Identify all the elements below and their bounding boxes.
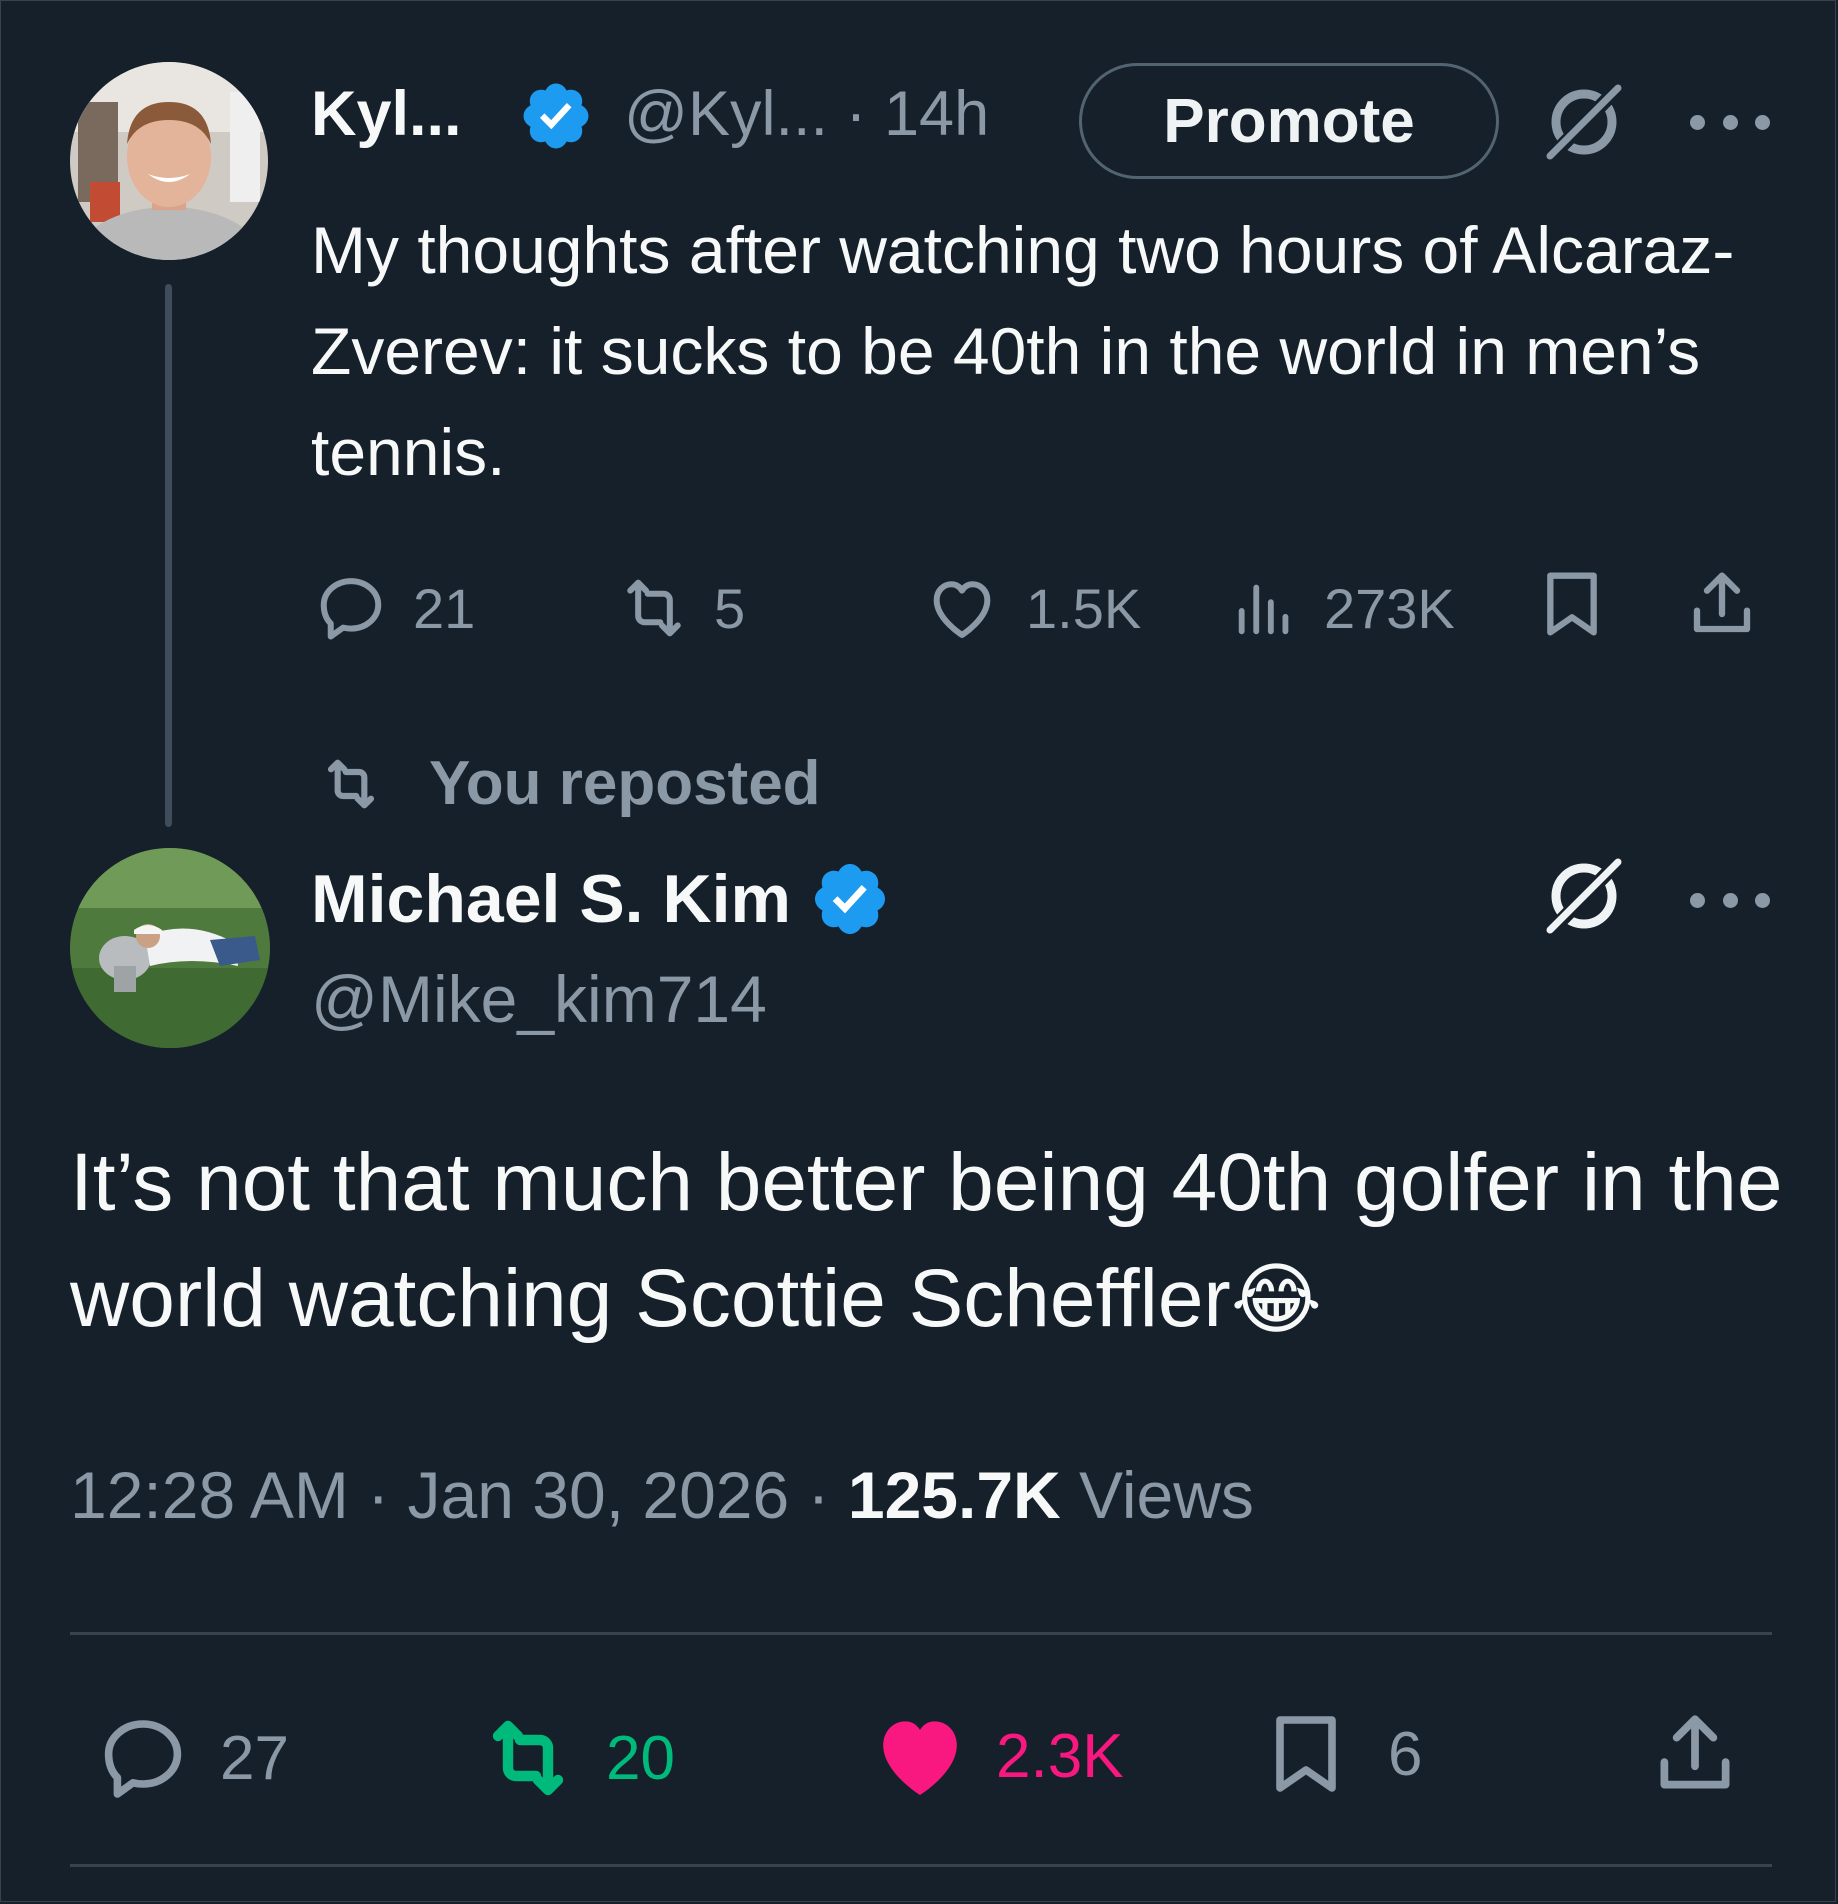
like-action[interactable]: 2.3K bbox=[868, 1704, 1124, 1808]
grok-icon[interactable] bbox=[1538, 76, 1630, 168]
avatar-photo-icon bbox=[70, 62, 268, 260]
tweet-time[interactable]: 12:28 AM bbox=[70, 1458, 349, 1532]
main-author-name[interactable]: Michael S. Kim bbox=[311, 855, 791, 943]
meta-separator: · bbox=[367, 1458, 390, 1532]
parent-author-avatar[interactable] bbox=[70, 62, 268, 260]
parent-like-action[interactable]: 1.5K bbox=[920, 570, 1141, 646]
meta-separator: · bbox=[807, 1458, 830, 1532]
like-count: 1.5K bbox=[1026, 576, 1142, 640]
parent-tweet-text: My thoughts after watching two hours of … bbox=[311, 213, 1735, 489]
main-author-handle[interactable]: @Mike_kim714 bbox=[311, 955, 767, 1043]
views-icon bbox=[1238, 584, 1289, 635]
bookmark-icon bbox=[1276, 1716, 1336, 1792]
reply-icon bbox=[320, 578, 382, 640]
reply-action[interactable]: 27 bbox=[92, 1710, 289, 1806]
parent-repost-action[interactable]: 5 bbox=[612, 570, 745, 646]
like-icon bbox=[933, 581, 991, 638]
more-icon[interactable] bbox=[1690, 888, 1770, 912]
meta-separator: · bbox=[845, 79, 867, 149]
main-tweet-text-body: It’s not that much better being 40th gol… bbox=[70, 1137, 1783, 1344]
avatar-photo-icon bbox=[70, 848, 270, 1048]
promote-button[interactable]: Promote bbox=[1079, 63, 1499, 179]
parent-author-meta: @Kyl... · 14h bbox=[624, 74, 989, 154]
divider bbox=[70, 1632, 1772, 1635]
views-count: 273K bbox=[1324, 576, 1455, 640]
tweet-views-count[interactable]: 125.7K bbox=[848, 1458, 1061, 1532]
repost-indicator: You reposted bbox=[311, 748, 821, 819]
laughing-emoji: 😂 bbox=[1230, 1255, 1322, 1343]
grok-icon[interactable] bbox=[1538, 850, 1630, 942]
share-icon[interactable] bbox=[1682, 562, 1762, 646]
share-icon[interactable] bbox=[1646, 1702, 1744, 1806]
thread-connector-line bbox=[165, 284, 172, 827]
parent-author-name[interactable]: Kyl... bbox=[311, 74, 462, 154]
divider bbox=[70, 1864, 1772, 1867]
repost-indicator-icon bbox=[327, 759, 375, 808]
verified-badge-icon bbox=[523, 83, 589, 149]
bookmark-count: 6 bbox=[1388, 1719, 1423, 1789]
reply-count: 27 bbox=[220, 1723, 289, 1793]
bookmark-icon[interactable] bbox=[1532, 562, 1612, 646]
parent-time-ago[interactable]: 14h bbox=[884, 79, 989, 149]
more-icon[interactable] bbox=[1690, 110, 1770, 134]
main-author-name-row: Michael S. Kim bbox=[311, 855, 891, 943]
verified-badge-icon bbox=[814, 863, 885, 935]
repost-count: 20 bbox=[606, 1723, 675, 1793]
like-count: 2.3K bbox=[996, 1721, 1124, 1791]
repost-count: 5 bbox=[714, 576, 746, 640]
like-icon bbox=[883, 1721, 957, 1795]
repost-icon bbox=[492, 1720, 564, 1796]
bookmark-action[interactable]: 6 bbox=[1258, 1702, 1422, 1806]
tweet-date[interactable]: Jan 30, 2026 bbox=[408, 1458, 790, 1532]
repost-icon bbox=[627, 579, 681, 637]
tweet-views-label: Views bbox=[1079, 1458, 1254, 1532]
parent-views-action[interactable]: 273K bbox=[1230, 570, 1455, 646]
reply-count: 21 bbox=[413, 576, 476, 640]
parent-author-handle[interactable]: @Kyl... bbox=[624, 79, 828, 149]
tweet-meta: 12:28 AM · Jan 30, 2026 · 125.7K Views bbox=[70, 1450, 1254, 1540]
repost-action[interactable]: 20 bbox=[472, 1710, 675, 1806]
main-tweet-text: It’s not that much better being 40th gol… bbox=[70, 1125, 1790, 1357]
parent-reply-action[interactable]: 21 bbox=[311, 570, 475, 646]
reply-icon bbox=[104, 1720, 182, 1798]
main-author-avatar[interactable] bbox=[70, 848, 270, 1048]
repost-indicator-label: You reposted bbox=[429, 749, 821, 818]
